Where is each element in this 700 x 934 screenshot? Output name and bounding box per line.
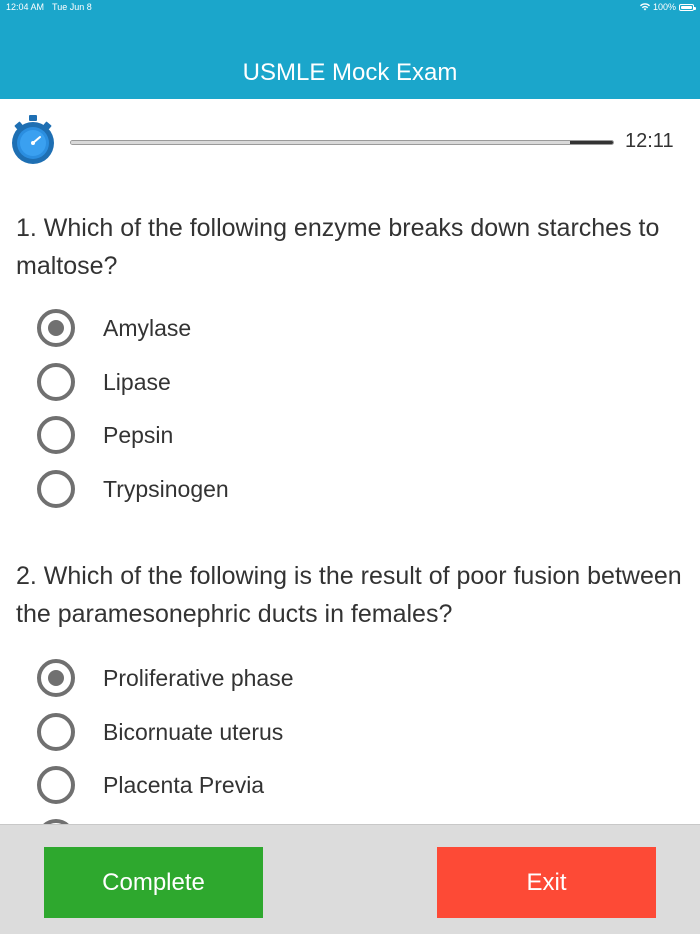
option-label: Placenta Previa: [103, 771, 265, 798]
answer-option[interactable]: Amylase: [37, 305, 191, 351]
timer-value: 12:11: [625, 130, 674, 152]
radio-button[interactable]: [37, 766, 75, 804]
status-time: 12:04 AM: [6, 2, 45, 12]
answer-option[interactable]: Placenta Previa: [37, 762, 264, 808]
option-label: Trypsinogen: [103, 475, 229, 502]
answer-option[interactable]: Lipase: [37, 359, 171, 405]
timer-row: 12:11: [0, 99, 700, 185]
complete-button[interactable]: Complete: [44, 847, 263, 918]
stopwatch-icon: [12, 115, 54, 164]
answer-option[interactable]: Trypsinogen: [37, 466, 229, 512]
page-title: USMLE Mock Exam: [242, 59, 458, 86]
question-list[interactable]: 1. Which of the following enzyme breaks …: [0, 185, 700, 824]
answer-option[interactable]: Pepsin: [37, 412, 173, 458]
question-text: 1. Which of the following enzyme breaks …: [16, 214, 660, 280]
radio-button[interactable]: [37, 659, 75, 697]
radio-button[interactable]: [37, 713, 75, 751]
footer-bar: Complete Exit: [0, 824, 700, 934]
radio-button[interactable]: [37, 309, 75, 347]
wifi-icon: [639, 3, 650, 11]
exit-button[interactable]: Exit: [437, 847, 656, 918]
option-label: Amylase: [103, 314, 192, 341]
status-bar: 12:04 AM Tue Jun 8 100%: [0, 0, 700, 14]
app-header: 12:04 AM Tue Jun 8 100% USMLE Mock Exam: [0, 0, 700, 99]
battery-percent: 100%: [652, 2, 676, 12]
option-label: Lipase: [103, 368, 171, 395]
radio-button[interactable]: [37, 470, 75, 508]
battery-icon: [679, 3, 696, 11]
timer-progress-bar: [70, 140, 614, 145]
question-text: 2. Which of the following is the result …: [16, 562, 682, 628]
option-label: Pepsin: [103, 421, 174, 448]
status-date: Tue Jun 8: [52, 2, 92, 12]
option-label: Proliferative phase: [103, 664, 294, 691]
timer-progress-elapsed: [569, 141, 613, 144]
answer-option[interactable]: [37, 815, 103, 824]
answer-option[interactable]: Bicornuate uterus: [37, 709, 283, 755]
answer-option[interactable]: Proliferative phase: [37, 655, 294, 701]
option-label: Bicornuate uterus: [103, 718, 284, 745]
timer-progress-fill: [71, 141, 570, 144]
radio-button[interactable]: [37, 363, 75, 401]
radio-button[interactable]: [37, 416, 75, 454]
